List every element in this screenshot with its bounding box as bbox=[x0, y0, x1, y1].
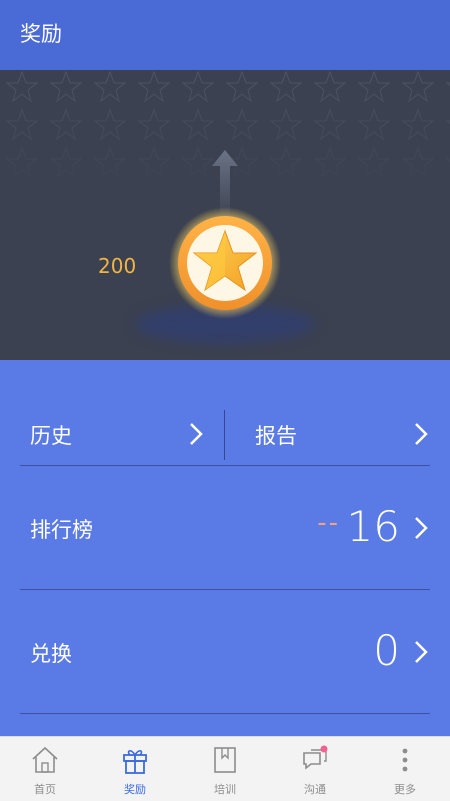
app-bar: 奖励 bbox=[0, 0, 450, 70]
history-report-row: 历史 报告 bbox=[0, 400, 450, 466]
exchange-label: 兑换 bbox=[30, 642, 72, 666]
page-title: 奖励 bbox=[20, 22, 62, 46]
tab-communication[interactable]: 沟通 bbox=[270, 737, 360, 801]
history-label: 历史 bbox=[30, 424, 72, 448]
bottom-tab-bar: 首页 奖励 培训 沟通 更多 bbox=[0, 736, 450, 801]
more-icon bbox=[402, 748, 408, 772]
history-button[interactable]: 历史 bbox=[0, 400, 225, 466]
book-icon bbox=[214, 747, 236, 773]
ranking-label: 排行榜 bbox=[30, 518, 93, 542]
ranking-row[interactable]: 排行榜 -- 16 bbox=[0, 466, 450, 590]
reward-menu: 历史 报告 排行榜 -- 16 兑换 0 bbox=[0, 400, 450, 736]
star-coin-icon bbox=[169, 207, 281, 319]
tab-label: 奖励 bbox=[124, 783, 146, 796]
tab-label: 培训 bbox=[214, 783, 236, 796]
divider bbox=[20, 713, 430, 714]
tab-home[interactable]: 首页 bbox=[0, 737, 90, 801]
gift-icon bbox=[123, 750, 147, 774]
tab-training[interactable]: 培训 bbox=[180, 737, 270, 801]
chevron-right-icon bbox=[415, 641, 428, 663]
exchange-row[interactable]: 兑换 0 bbox=[0, 590, 450, 714]
tab-label: 首页 bbox=[34, 783, 56, 796]
tab-more[interactable]: 更多 bbox=[360, 737, 450, 801]
ranking-value: 16 bbox=[346, 502, 400, 551]
ranking-change-dashes: -- bbox=[317, 508, 340, 538]
tab-label: 沟通 bbox=[304, 783, 326, 796]
chevron-right-icon bbox=[190, 423, 203, 445]
tab-label: 更多 bbox=[394, 783, 416, 796]
home-icon bbox=[32, 746, 58, 773]
tab-rewards[interactable]: 奖励 bbox=[90, 737, 180, 801]
chevron-right-icon bbox=[415, 423, 428, 445]
chat-icon bbox=[303, 745, 328, 770]
chevron-right-icon bbox=[415, 517, 428, 539]
points-value: 200 bbox=[98, 254, 137, 278]
report-button[interactable]: 报告 bbox=[225, 400, 450, 466]
exchange-value: 0 bbox=[373, 626, 400, 675]
report-label: 报告 bbox=[255, 424, 297, 448]
